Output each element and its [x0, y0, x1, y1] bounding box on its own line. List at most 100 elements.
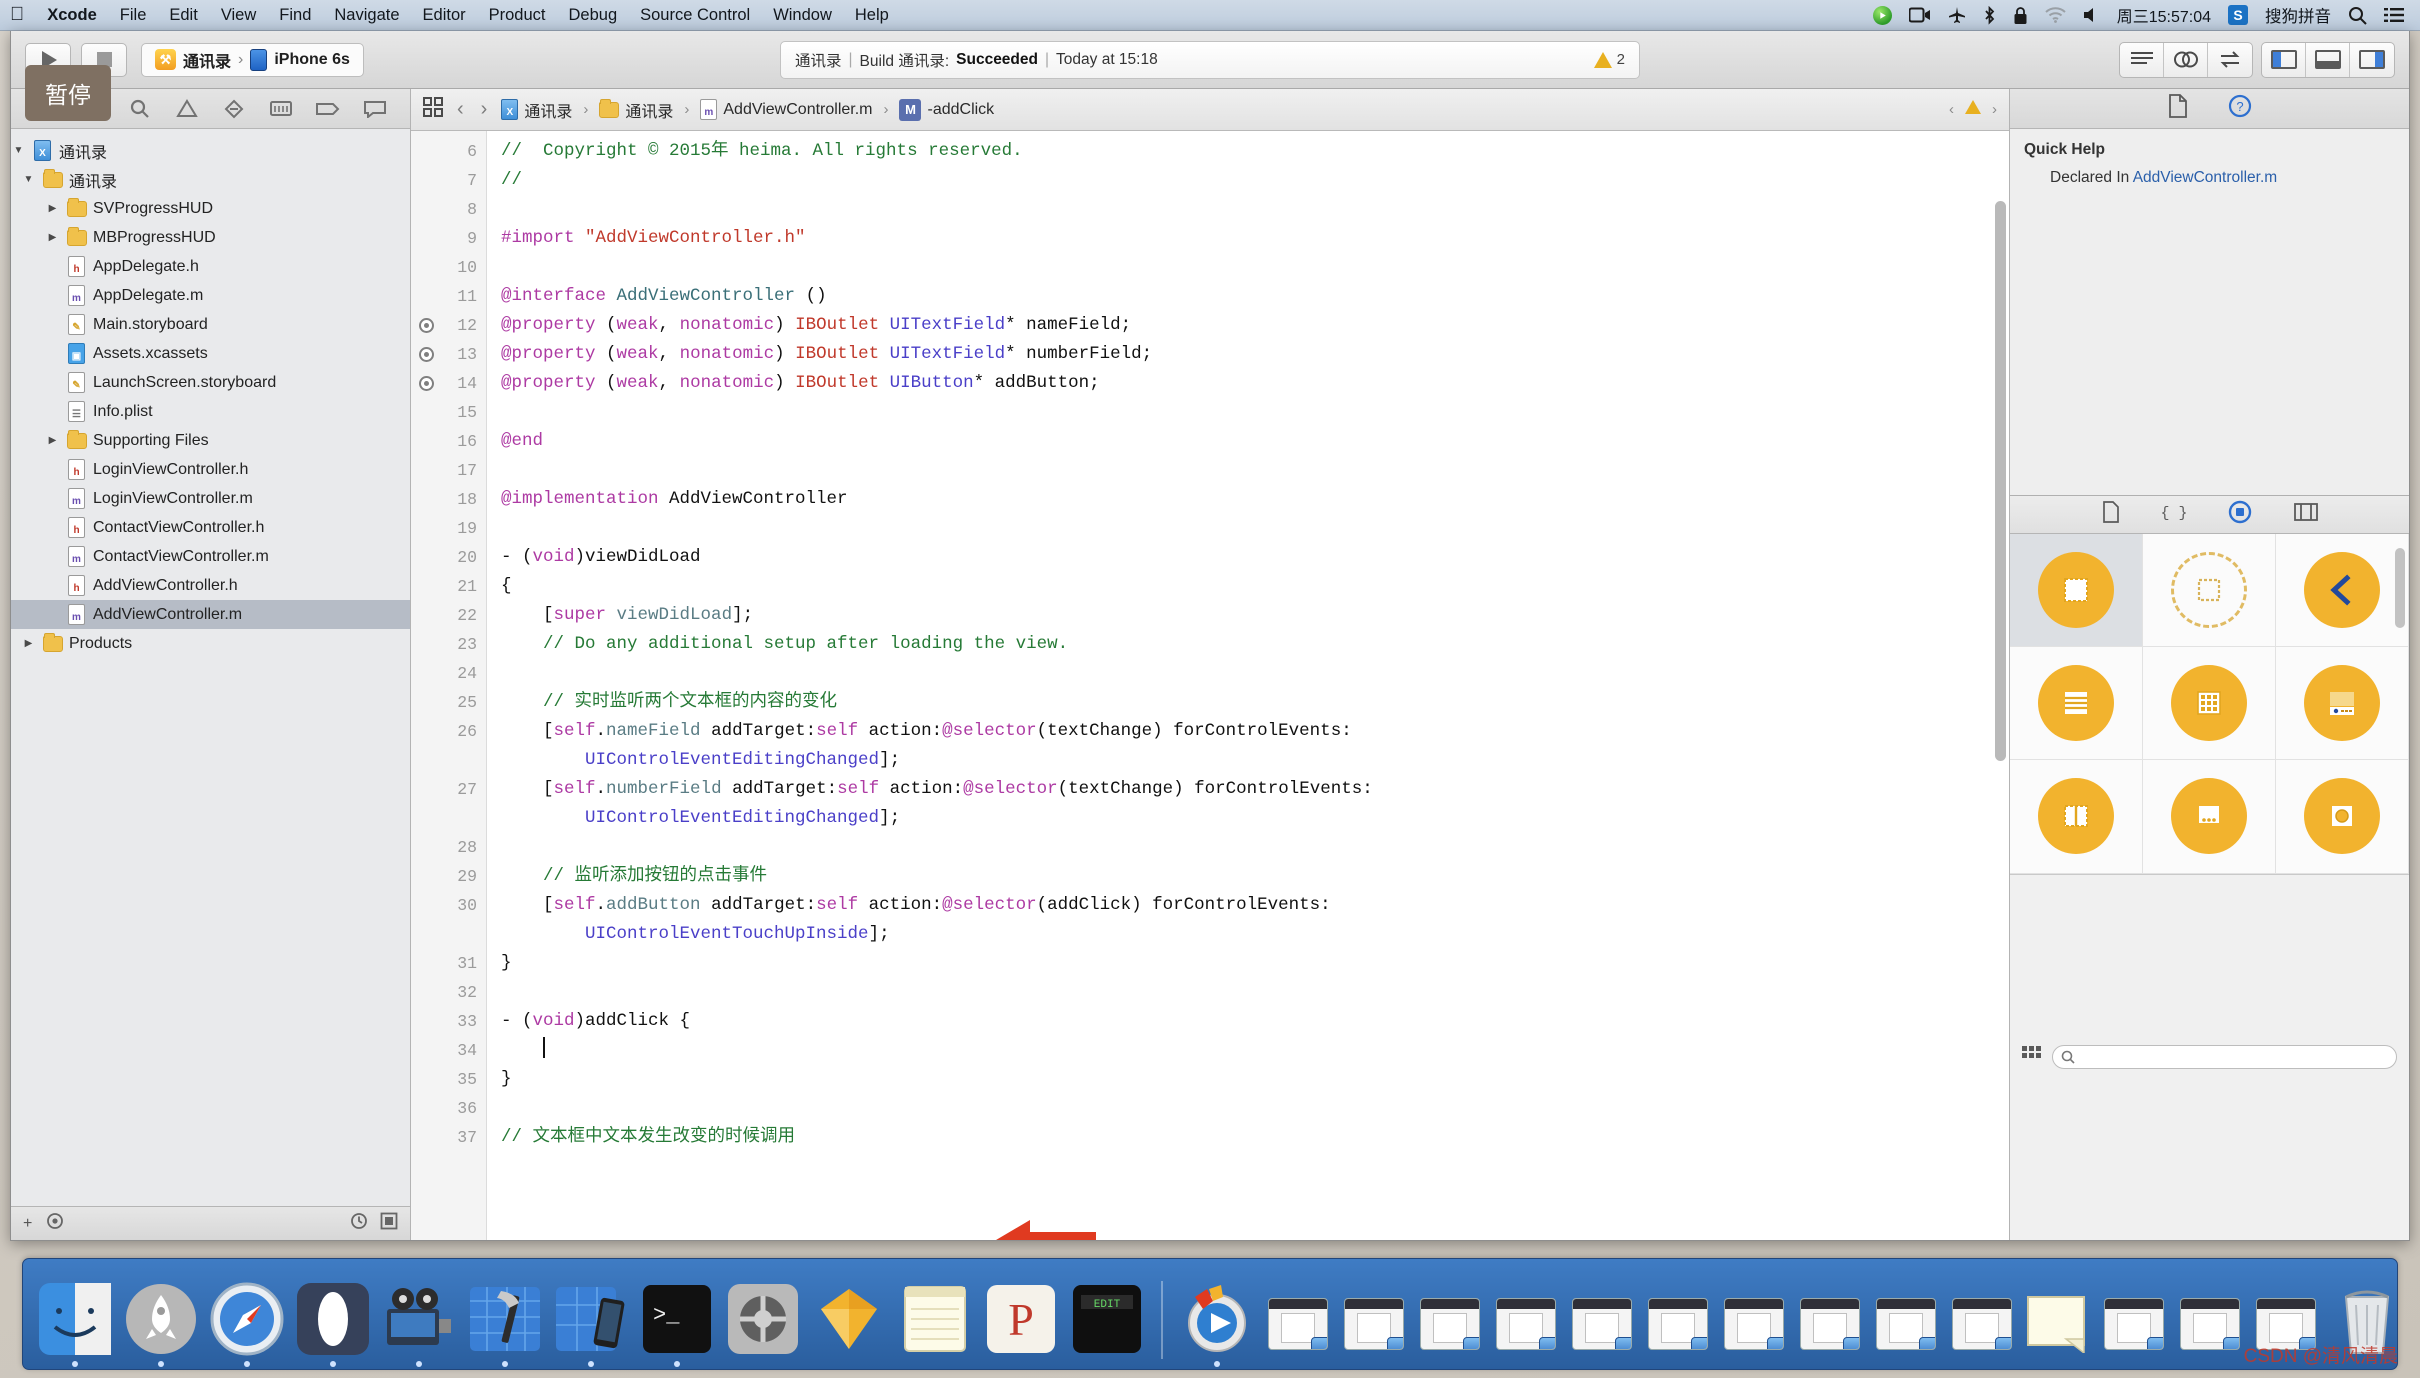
airplane-icon[interactable]	[1948, 6, 1966, 24]
version-editor-icon[interactable]	[2208, 43, 2252, 77]
mail-icon[interactable]	[293, 1279, 373, 1367]
breadcrumb-group[interactable]: 通讯录	[599, 98, 673, 122]
minimized-window-5[interactable]	[1567, 1289, 1637, 1359]
code-line[interactable]	[501, 659, 2009, 688]
toggle-navigator-icon[interactable]	[2262, 42, 2306, 77]
activity-status-bar[interactable]: 通讯录 | Build 通讯录: Succeeded | Today at 15…	[780, 40, 1640, 79]
breakpoint-navigator-icon[interactable]	[313, 96, 343, 122]
library-item-glkit-view-controller[interactable]	[2276, 760, 2409, 874]
navigator-row[interactable]: ✎ Main.storyboard	[11, 310, 410, 339]
keynote-icon[interactable]: P	[981, 1279, 1061, 1359]
breadcrumb-symbol[interactable]: M -addClick	[899, 98, 994, 121]
library-item-navigation-controller[interactable]	[2276, 533, 2409, 647]
navigator-row[interactable]: m LoginViewController.m	[11, 484, 410, 513]
code-line[interactable]	[501, 456, 2009, 485]
code-line[interactable]: #import "AddViewController.h"	[501, 224, 2009, 253]
lock-icon[interactable]	[2013, 6, 2028, 25]
minimized-window-7[interactable]	[1719, 1289, 1789, 1359]
previous-issue-icon[interactable]: ‹	[1949, 101, 1954, 118]
code-line[interactable]: @property (weak, nonatomic) IBOutlet UIT…	[501, 311, 2009, 340]
file-template-library-icon[interactable]	[2102, 500, 2120, 528]
library-scrollbar[interactable]	[2395, 547, 2405, 628]
library-item-page-view-controller[interactable]	[2143, 760, 2276, 874]
code-line[interactable]	[501, 833, 2009, 862]
disclosure-triangle-closed[interactable]: ▶	[45, 435, 60, 446]
navigator-row[interactable]: h AppDelegate.h	[11, 252, 410, 281]
code-line[interactable]: }	[501, 949, 2009, 978]
code-line[interactable]: [self.nameField addTarget:self action:@s…	[501, 717, 2009, 746]
xcode-simulator-icon[interactable]	[551, 1279, 631, 1367]
navigator-row[interactable]: ☰ Info.plist	[11, 397, 410, 426]
finder-icon[interactable]	[35, 1279, 115, 1367]
project-navigator-tree[interactable]: ▼ X 通讯录 ▼ 通讯录 ▶ SVProgressHUD ▶ MBProgressHUD h Ap…	[11, 129, 410, 1206]
object-library-icon[interactable]	[2228, 500, 2252, 529]
code-line[interactable]	[501, 253, 2009, 282]
menu-item-file[interactable]: File	[120, 6, 147, 25]
standard-editor-icon[interactable]	[2120, 42, 2164, 77]
assistant-editor-icon[interactable]	[2164, 42, 2208, 77]
code-snippet-library-icon[interactable]: { }	[2160, 502, 2187, 527]
menu-item-edit[interactable]: Edit	[169, 6, 197, 25]
minimized-window-6[interactable]	[1643, 1289, 1713, 1359]
quick-help-declared-value[interactable]: AddViewController.m	[2133, 169, 2277, 186]
navigator-row[interactable]: m ContactViewController.m	[11, 542, 410, 571]
minimized-window-9[interactable]	[1871, 1289, 1941, 1359]
code-line[interactable]: // 实时监听两个文本框的内容的变化	[501, 688, 2009, 717]
report-navigator-icon[interactable]	[360, 96, 390, 122]
navigator-row[interactable]: h ContactViewController.h	[11, 513, 410, 542]
menu-bar-clock[interactable]: 周三15:57:04	[2117, 3, 2211, 27]
navigator-row[interactable]: ✎ LaunchScreen.storyboard	[11, 368, 410, 397]
debug-navigator-icon[interactable]	[266, 96, 296, 122]
disclosure-triangle-open[interactable]: ▼	[21, 174, 36, 185]
menu-item-find[interactable]: Find	[279, 6, 311, 25]
code-line[interactable]	[501, 195, 2009, 224]
library-item-table-view-controller[interactable]	[2010, 646, 2143, 761]
disclosure-triangle-open[interactable]: ▼	[11, 145, 26, 156]
disclosure-triangle-closed[interactable]: ▶	[45, 203, 60, 214]
code-line[interactable]	[501, 1036, 2009, 1065]
disclosure-triangle-closed[interactable]: ▶	[21, 638, 36, 649]
code-line[interactable]: @interface AddViewController ()	[501, 282, 2009, 311]
pause-overlay-badge[interactable]: 暂停	[25, 65, 111, 121]
ibaction-gutter-marker[interactable]	[419, 347, 434, 362]
test-navigator-icon[interactable]	[219, 96, 249, 122]
code-line[interactable]: {	[501, 572, 2009, 601]
navigator-row[interactable]: ▼ 通讯录	[11, 165, 410, 194]
code-line[interactable]: // 文本框中文本发生改变的时候调用	[501, 1123, 2009, 1152]
library-item-storyboard-reference[interactable]	[2143, 533, 2276, 647]
code-line[interactable]: [super viewDidLoad];	[501, 601, 2009, 630]
navigator-row[interactable]: m AppDelegate.m	[11, 281, 410, 310]
apple-logo-icon[interactable]: 	[10, 5, 24, 24]
library-item-tab-bar-controller[interactable]	[2276, 646, 2409, 761]
menu-item-navigate[interactable]: Navigate	[334, 6, 399, 25]
menu-item-debug[interactable]: Debug	[569, 6, 618, 25]
quicktime-player-icon[interactable]	[1177, 1279, 1257, 1367]
object-library-grid[interactable]	[2010, 533, 2409, 874]
toggle-debug-icon[interactable]	[2306, 42, 2350, 77]
minimized-window-2[interactable]	[1339, 1289, 1409, 1359]
code-line[interactable]: // Copyright © 2015年 heima. All rights r…	[501, 137, 2009, 166]
launchpad-icon[interactable]	[121, 1279, 201, 1367]
terminal-icon[interactable]: >_	[637, 1279, 717, 1367]
warning-indicator[interactable]: 2	[1593, 51, 1625, 68]
code-area[interactable]: 6 7 8 9 10 11 12 13 14 15 16 17 18 19 20 21 22 23 24 25 26 27…	[411, 131, 2009, 1240]
ibaction-gutter-marker[interactable]	[419, 376, 434, 391]
navigator-row[interactable]: ▣ Assets.xcassets	[11, 339, 410, 368]
code-line[interactable]	[501, 514, 2009, 543]
code-line[interactable]: UIControlEventEditingChanged];	[501, 746, 2009, 775]
input-method-badge-icon[interactable]: S	[2228, 5, 2248, 25]
minimized-window-10[interactable]	[1947, 1289, 2017, 1359]
library-item-split-view-controller[interactable]	[2010, 760, 2143, 874]
minimized-window-12[interactable]	[2175, 1289, 2245, 1359]
menu-item-window[interactable]: Window	[773, 6, 832, 25]
editor-vertical-scrollbar[interactable]	[1995, 201, 2006, 761]
code-line[interactable]	[501, 1094, 2009, 1123]
code-line[interactable]: @end	[501, 427, 2009, 456]
menu-item-source-control[interactable]: Source Control	[640, 6, 750, 25]
toggle-utilities-icon[interactable]	[2350, 43, 2394, 77]
code-line[interactable]	[501, 398, 2009, 427]
recent-files-icon[interactable]	[350, 1212, 368, 1235]
code-line[interactable]: UIControlEventTouchUpInside];	[501, 920, 2009, 949]
navigate-forward-button[interactable]: ›	[478, 98, 491, 121]
navigator-row[interactable]: ▶ SVProgressHUD	[11, 194, 410, 223]
